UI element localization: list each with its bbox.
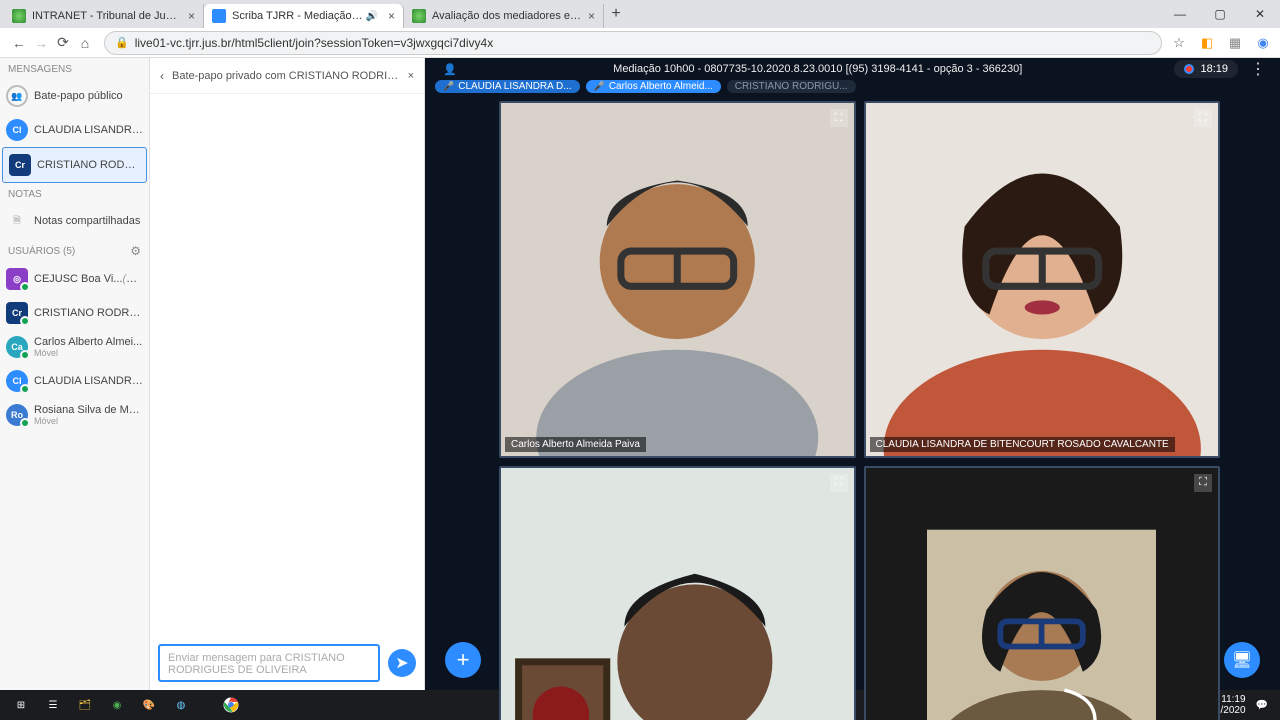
messages-panel: MENSAGENS 👥 Bate-papo público Cl CLAUDIA… <box>0 58 150 690</box>
video-tile[interactable]: ⛶ CRISTIANO RODRIGUES DE OLIVEIRA <box>499 466 856 720</box>
talking-indicator-row: 🎤CLAUDIA LISANDRA D... 🎤Carlos Alberto A… <box>425 80 1280 93</box>
new-tab-button[interactable]: + <box>604 5 628 23</box>
favicon <box>212 9 226 23</box>
mic-icon: 🎤 <box>443 81 454 92</box>
avatar: Ro <box>6 404 28 426</box>
section-header-users: USUÁRIOS (5) ⚙ <box>0 238 149 262</box>
webcam-placeholder <box>927 468 1156 720</box>
close-icon[interactable]: × <box>408 70 414 82</box>
url-text: live01-vc.tjrr.jus.br/html5client/join?s… <box>135 36 494 50</box>
talking-pill-muted: CRISTIANO RODRIGU... <box>727 80 856 93</box>
more-options-button[interactable]: ⋮ <box>1250 59 1266 79</box>
window-maximize-button[interactable]: ▢ <box>1200 7 1240 21</box>
expand-icon[interactable]: ⛶ <box>1194 109 1212 127</box>
app-icon[interactable]: ◍ <box>166 692 196 718</box>
app-icon[interactable]: 🎨 <box>134 692 164 718</box>
tab-title: Scriba TJRR - Mediação 10h0 <box>232 10 366 22</box>
browser-tab-strip: INTRANET - Tribunal de Justiça d × Scrib… <box>0 0 1280 28</box>
webcam-placeholder <box>501 103 854 456</box>
tile-name-label: Carlos Alberto Almeida Paiva <box>505 437 646 452</box>
message-input[interactable]: Enviar mensagem para CRISTIANO RODRIGUES… <box>158 644 380 682</box>
star-icon[interactable]: ☆ <box>1170 34 1188 52</box>
avatar: Cr <box>9 154 31 176</box>
private-chat-item[interactable]: Cl CLAUDIA LISANDRA ... <box>0 113 149 147</box>
user-icon[interactable]: 👤 <box>439 58 461 80</box>
audio-icon: 🔊 <box>366 11 378 22</box>
avatar: Cr <box>6 302 28 324</box>
screen-share-button[interactable]: 🖥 <box>1224 642 1260 678</box>
close-icon[interactable]: × <box>588 9 595 23</box>
video-tile[interactable]: ⛶ CLAUDIA LISANDRA DE BITENCOURT ROSADO … <box>864 101 1221 458</box>
actions-button[interactable]: + <box>445 642 481 678</box>
chevron-left-icon[interactable]: ‹ <box>160 69 164 83</box>
video-tile[interactable]: ⛶ Carlos Alberto Almeida Paiva <box>499 101 856 458</box>
tab-title: INTRANET - Tribunal de Justiça d <box>32 10 182 22</box>
chrome-icon[interactable] <box>216 692 246 718</box>
avatar: ◎ <box>6 268 28 290</box>
video-tile[interactable]: ⛶ Rosiana Silva de Matura <box>864 466 1221 720</box>
user-item[interactable]: Cr CRISTIANO RODRIG... <box>0 296 149 330</box>
gear-icon[interactable]: ⚙ <box>130 244 141 258</box>
section-header-notes: NOTAS <box>0 183 149 204</box>
reload-button[interactable]: ⟳ <box>52 34 74 51</box>
tab-title: Avaliação dos mediadores e con <box>432 10 582 22</box>
browser-tab[interactable]: Avaliação dos mediadores e con × <box>404 4 604 28</box>
favicon <box>12 9 26 23</box>
record-time: 18:19 <box>1200 63 1228 75</box>
user-item[interactable]: Ro Rosiana Silva de Mat... Móvel <box>0 398 149 432</box>
video-area: 👤 Mediação 10h00 - 0807735-10.2020.8.23.… <box>425 58 1280 690</box>
chat-icon: 👥 <box>6 85 28 107</box>
extension-icon[interactable]: ▦ <box>1226 34 1244 52</box>
address-bar[interactable]: 🔒 live01-vc.tjrr.jus.br/html5client/join… <box>104 31 1162 55</box>
close-icon[interactable]: × <box>388 9 395 23</box>
tile-name-label: CLAUDIA LISANDRA DE BITENCOURT ROSADO CA… <box>870 437 1175 452</box>
mic-icon: 🎤 <box>594 81 605 92</box>
start-button[interactable]: ⊞ <box>6 692 36 718</box>
task-view-button[interactable]: ☰ <box>38 692 68 718</box>
app-icon[interactable]: ◉ <box>102 692 132 718</box>
private-chat-item-active[interactable]: Cr CRISTIANO RODRIGU... <box>2 147 147 183</box>
section-header-messages: MENSAGENS <box>0 58 149 79</box>
browser-toolbar: ← → ⟳ ⌂ 🔒 live01-vc.tjrr.jus.br/html5cli… <box>0 28 1280 58</box>
expand-icon[interactable]: ⛶ <box>830 474 848 492</box>
favicon <box>412 9 426 23</box>
extension-icon[interactable]: ◧ <box>1198 34 1216 52</box>
avatar: Cl <box>6 119 28 141</box>
lock-icon: 🔒 <box>115 36 129 49</box>
record-indicator[interactable]: 18:19 <box>1174 60 1238 78</box>
meeting-title: Mediação 10h00 - 0807735-10.2020.8.23.00… <box>461 63 1174 75</box>
user-item-self[interactable]: ◎ CEJUSC Boa Vi...(Você) <box>0 262 149 296</box>
chat-messages-area <box>150 94 424 636</box>
browser-tab[interactable]: INTRANET - Tribunal de Justiça d × <box>4 4 204 28</box>
home-button[interactable]: ⌂ <box>74 35 96 51</box>
record-dot-icon <box>1184 64 1194 74</box>
back-button[interactable]: ← <box>8 35 30 51</box>
profile-icon[interactable]: ◉ <box>1254 34 1272 52</box>
private-chat-panel: ‹ Bate-papo privado com CRISTIANO RODRIG… <box>150 58 425 690</box>
file-explorer-icon[interactable]: 🗂 <box>70 692 100 718</box>
talking-pill: 🎤CLAUDIA LISANDRA D... <box>435 80 580 93</box>
chat-header-title: Bate-papo privado com CRISTIANO RODRIGUE… <box>172 70 400 82</box>
window-close-button[interactable]: ✕ <box>1240 7 1280 21</box>
user-item[interactable]: Ca Carlos Alberto Almei... Móvel <box>0 330 149 364</box>
avatar: Cl <box>6 370 28 392</box>
browser-tab-active[interactable]: Scriba TJRR - Mediação 10h0 🔊 × <box>204 4 404 28</box>
public-chat-item[interactable]: 👥 Bate-papo público <box>0 79 149 113</box>
webcam-placeholder <box>866 103 1219 456</box>
window-minimize-button[interactable]: — <box>1160 7 1200 21</box>
shared-notes-item[interactable]: 🗎 Notas compartilhadas <box>0 204 149 238</box>
close-icon[interactable]: × <box>188 9 195 23</box>
webcam-placeholder <box>501 468 854 720</box>
expand-icon[interactable]: ⛶ <box>830 109 848 127</box>
send-button[interactable]: ➤ <box>388 649 416 677</box>
user-item[interactable]: Cl CLAUDIA LISANDRA ... <box>0 364 149 398</box>
avatar: Ca <box>6 336 28 358</box>
notes-icon: 🗎 <box>6 210 28 232</box>
expand-icon[interactable]: ⛶ <box>1194 474 1212 492</box>
forward-button[interactable]: → <box>30 35 52 51</box>
talking-pill: 🎤Carlos Alberto Almeid... <box>586 80 721 93</box>
